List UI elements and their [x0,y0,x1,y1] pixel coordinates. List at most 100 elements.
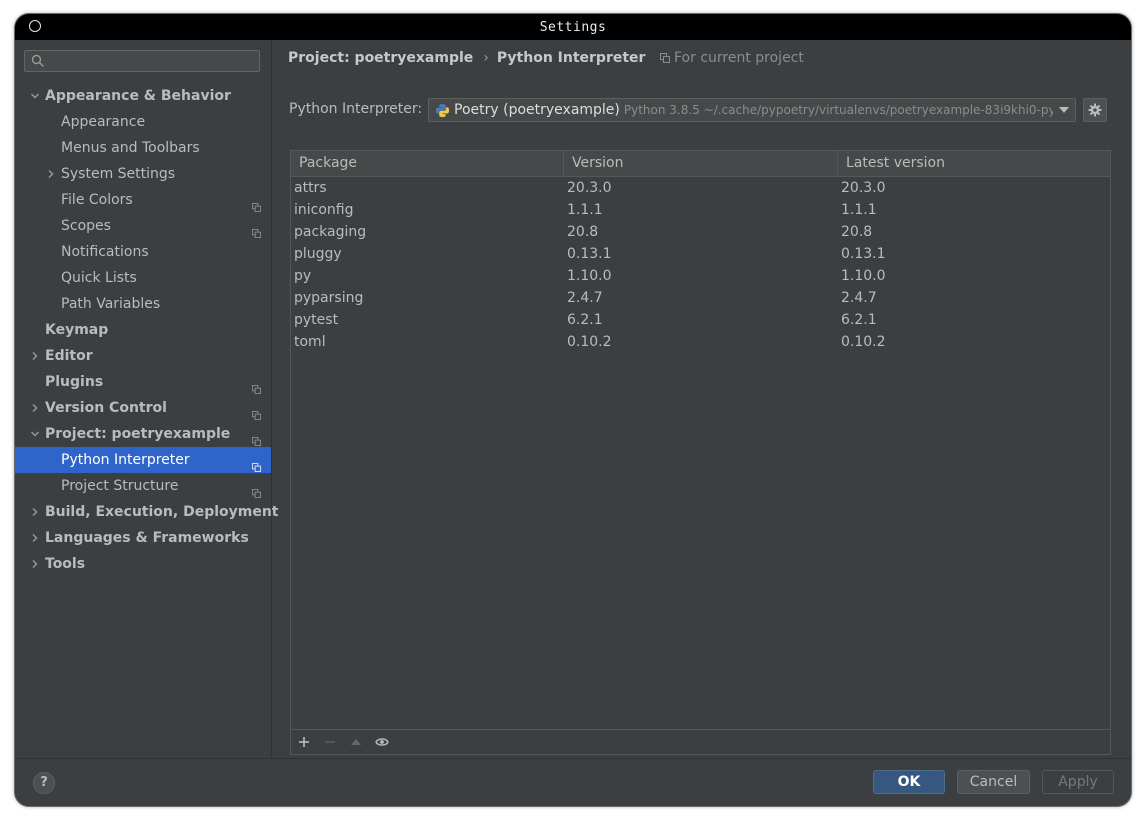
sidebar-item-appearance-behavior[interactable]: Appearance & Behavior [15,83,271,109]
table-row[interactable]: pyparsing 2.4.7 2.4.7 [291,287,1110,309]
settings-sidebar: Appearance & Behavior Appearance Menus and… [15,40,279,758]
chevron-right-icon[interactable] [29,551,41,577]
interpreter-dropdown[interactable]: Poetry (poetryexample) Python 3.8.5 ~/.ca… [428,98,1076,122]
settings-window: Settings Appearance & Behavior Appearance… [15,14,1131,806]
upgrade-icon[interactable] [348,734,364,750]
interpreter-label: Python Interpreter: [289,101,423,117]
window-close-icon[interactable] [29,20,41,32]
chevron-right-icon[interactable] [29,343,41,369]
breadcrumb-current: Python Interpreter [496,50,646,66]
column-header-package[interactable]: Package [291,151,563,176]
chevron-right-icon[interactable] [29,525,41,551]
scope-note: For current project [660,48,804,68]
sidebar-item-notifications[interactable]: Notifications [15,239,271,265]
table-row[interactable]: toml 0.10.2 0.10.2 [291,331,1110,353]
table-toolbar [291,729,1110,754]
package-name-cell: toml [294,334,326,350]
sidebar-item-scopes[interactable]: Scopes [15,213,271,239]
package-name-cell: packaging [294,224,367,240]
sidebar-item-keymap[interactable]: Keymap [15,317,271,343]
chevron-down-icon[interactable] [29,421,41,447]
settings-tree: Appearance & Behavior Appearance Menus and… [15,83,279,577]
chevron-right-icon[interactable] [29,499,41,525]
interpreter-settings-button[interactable] [1083,98,1107,122]
help-button[interactable]: ? [33,772,55,794]
project-scope-icon [252,429,261,446]
project-scope-icon [252,403,261,420]
interpreter-path: Python 3.8.5 ~/.cache/pypoetry/virtualen… [623,103,1076,117]
table-row[interactable]: pytest 6.2.1 6.2.1 [291,309,1110,331]
sidebar-item-label: Menus and Toolbars [61,140,200,156]
latest-version-cell: 1.10.0 [841,268,886,284]
chevron-right-icon[interactable] [45,161,57,187]
sidebar-item-plugins[interactable]: Plugins [15,369,271,395]
sidebar-item-label: Tools [45,556,86,572]
project-scope-icon [252,481,261,498]
remove-icon[interactable] [322,734,338,750]
latest-version-cell: 20.8 [841,224,873,240]
latest-version-cell: 20.3.0 [841,180,886,196]
table-row[interactable]: iniconfig 1.1.1 1.1.1 [291,199,1110,221]
package-name-cell: py [294,268,312,284]
package-name-cell: attrs [294,180,327,196]
cancel-button[interactable]: Cancel [957,770,1030,794]
sidebar-item-label: Appearance [61,114,146,130]
sidebar-item-project-structure[interactable]: Project Structure [15,473,271,499]
sidebar-item-path-variables[interactable]: Path Variables [15,291,271,317]
latest-version-cell: 2.4.7 [841,290,877,306]
sidebar-item-label: Path Variables [61,296,161,312]
dialog-footer: ? OK Cancel Apply [15,758,1131,806]
sidebar-item-label: File Colors [61,192,133,208]
sidebar-item-tools[interactable]: Tools [15,551,271,577]
table-row[interactable]: py 1.10.0 1.10.0 [291,265,1110,287]
title-bar: Settings [15,14,1131,40]
sidebar-item-system-settings[interactable]: System Settings [15,161,271,187]
breadcrumb-separator: › [483,50,489,66]
sidebar-item-menus-and-toolbars[interactable]: Menus and Toolbars [15,135,271,161]
settings-content: Project: poetryexample › Python Interprete… [272,40,1131,758]
ok-button[interactable]: OK [873,770,945,794]
column-header-version[interactable]: Version [563,151,837,176]
chevron-right-icon[interactable] [29,395,41,421]
sidebar-item-appearance[interactable]: Appearance [15,109,271,135]
table-row[interactable]: packaging 20.8 20.8 [291,221,1110,243]
breadcrumb-parent: Project: poetryexample [288,50,474,66]
sidebar-item-label: Quick Lists [61,270,137,286]
table-body: attrs 20.3.0 20.3.0 iniconfig 1.1.1 1.1.1 pack… [291,177,1110,353]
sidebar-item-version-control[interactable]: Version Control [15,395,271,421]
latest-version-cell: 1.1.1 [841,202,877,218]
search-input[interactable] [24,50,260,72]
apply-button[interactable]: Apply [1042,770,1114,794]
gear-icon [1088,103,1102,117]
sidebar-item-quick-lists[interactable]: Quick Lists [15,265,271,291]
version-cell: 0.10.2 [567,334,612,350]
chevron-down-icon[interactable] [29,83,41,109]
sidebar-item-languages-frameworks[interactable]: Languages & Frameworks [15,525,271,551]
sidebar-item-file-colors[interactable]: File Colors [15,187,271,213]
sidebar-item-label: Plugins [45,374,104,390]
show-early-releases-icon[interactable] [374,734,390,750]
chevron-down-icon[interactable] [1053,99,1075,121]
column-header-latest-version[interactable]: Latest version [837,151,1110,176]
table-row[interactable]: attrs 20.3.0 20.3.0 [291,177,1110,199]
latest-version-cell: 0.13.1 [841,246,886,262]
sidebar-item-label: Keymap [45,322,109,338]
add-icon[interactable] [296,734,312,750]
sidebar-item-project-poetryexample[interactable]: Project: poetryexample [15,421,271,447]
sidebar-item-build-execution-deployment[interactable]: Build, Execution, Deployment [15,499,279,525]
project-scope-icon [252,455,261,472]
sidebar-item-label: Project Structure [61,478,179,494]
sidebar-item-label: Appearance & Behavior [45,88,231,104]
version-cell: 20.8 [567,224,599,240]
latest-version-cell: 0.10.2 [841,334,886,350]
sidebar-item-label: Editor [45,348,93,364]
packages-table: Package Version Latest version attrs 20.3… [290,150,1111,755]
sidebar-item-python-interpreter[interactable]: Python Interpreter [15,447,271,473]
project-scope-icon [252,221,261,238]
project-scope-icon [252,377,261,394]
sidebar-item-label: Project: poetryexample [45,426,231,442]
package-name-cell: pytest [294,312,339,328]
sidebar-item-editor[interactable]: Editor [15,343,271,369]
version-cell: 1.10.0 [567,268,612,284]
table-row[interactable]: pluggy 0.13.1 0.13.1 [291,243,1110,265]
